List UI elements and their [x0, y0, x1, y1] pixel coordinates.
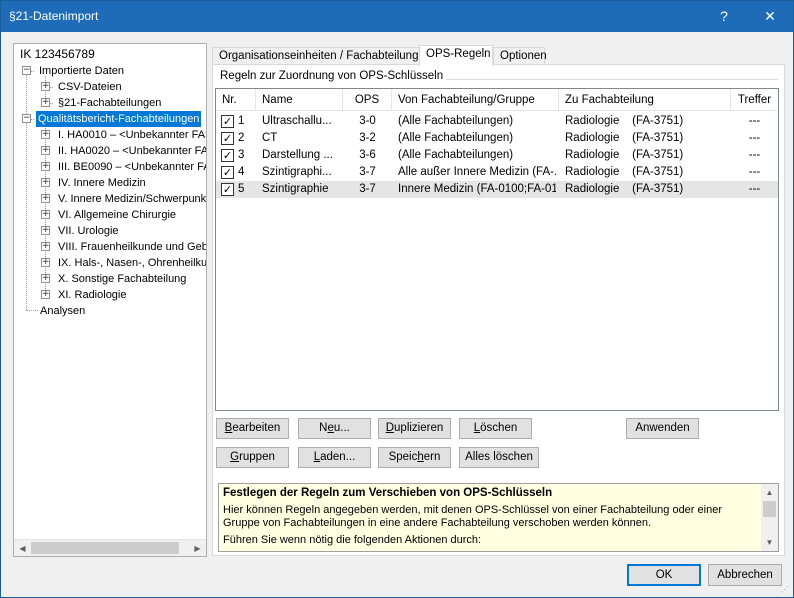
- grid-header: Nr. Name OPS Von Fachabteilung/Gruppe Zu…: [216, 89, 778, 111]
- scroll-thumb[interactable]: [763, 501, 776, 517]
- info-vertical-scrollbar[interactable]: ▲ ▼: [761, 484, 778, 551]
- alles-loeschen-button[interactable]: Alles löschen: [459, 447, 539, 468]
- gruppen-button[interactable]: Gruppen: [216, 447, 289, 468]
- table-row[interactable]: ✓ 2 CT 3-2 (Alle Fachabteilungen) Radiol…: [216, 130, 778, 147]
- table-row[interactable]: ✓ 3 Darstellung ... 3-6 (Alle Fachabteil…: [216, 147, 778, 164]
- help-button[interactable]: ?: [701, 1, 747, 32]
- collapse-icon[interactable]: −: [22, 114, 31, 123]
- rule-checkbox[interactable]: ✓: [221, 183, 234, 196]
- speichern-button[interactable]: Speichern: [378, 447, 451, 468]
- duplizieren-button[interactable]: Duplizieren: [378, 418, 451, 439]
- expand-icon[interactable]: +: [41, 226, 50, 235]
- anwenden-button[interactable]: Anwenden: [626, 418, 699, 439]
- navigation-tree[interactable]: IK 123456789 − Importierte Daten + CSV-D…: [13, 43, 207, 557]
- tab-optionen[interactable]: Optionen: [493, 47, 547, 65]
- column-header-von[interactable]: Von Fachabteilung/Gruppe: [392, 89, 559, 111]
- cancel-button[interactable]: Abbrechen: [708, 564, 782, 586]
- rule-checkbox[interactable]: ✓: [221, 132, 234, 145]
- table-row[interactable]: ✓ 4 Szintigraphi... 3-7 Alle außer Inner…: [216, 164, 778, 181]
- help-info-box: Festlegen der Regeln zum Verschieben von…: [218, 483, 779, 552]
- rule-checkbox[interactable]: ✓: [221, 115, 234, 128]
- tab-ops-regeln[interactable]: OPS-Regeln: [419, 45, 493, 66]
- group-label: Regeln zur Zuordnung von OPS-Schlüsseln: [220, 70, 447, 82]
- expand-icon[interactable]: +: [41, 82, 50, 91]
- expand-icon[interactable]: +: [41, 130, 50, 139]
- resize-grip-icon[interactable]: ⋰: [781, 585, 791, 595]
- title-bar: §21-Datenimport ? ✕: [1, 1, 793, 32]
- info-heading: Festlegen der Regeln zum Verschieben von…: [223, 487, 553, 499]
- loeschen-button[interactable]: Löschen: [459, 418, 532, 439]
- column-header-zu[interactable]: Zu Fachabteilung: [559, 89, 731, 111]
- info-text: Führen Sie wenn nötig die folgenden Akti…: [223, 534, 482, 546]
- collapse-icon[interactable]: −: [22, 66, 31, 75]
- column-header-nr[interactable]: Nr.: [216, 89, 256, 111]
- expand-icon[interactable]: +: [41, 258, 50, 267]
- import-dialog: §21-Datenimport ? ✕ IK 123456789 − Impor…: [0, 0, 794, 598]
- bearbeiten-button[interactable]: Bearbeiten: [216, 418, 289, 439]
- tab-organisationseinheiten[interactable]: Organisationseinheiten / Fachabteilungen: [212, 47, 431, 65]
- scroll-right-icon[interactable]: ▶: [189, 540, 206, 556]
- table-row[interactable]: ✓ 5 Szintigraphie 3-7 Innere Medizin (FA…: [216, 181, 778, 198]
- ok-button[interactable]: OK: [627, 564, 701, 586]
- scroll-up-icon[interactable]: ▲: [761, 484, 778, 501]
- column-header-treffer[interactable]: Treffer: [731, 89, 778, 111]
- expand-icon[interactable]: +: [41, 178, 50, 187]
- ops-regeln-panel: Regeln zur Zuordnung von OPS-Schlüsseln …: [212, 64, 785, 556]
- info-text: Hier können Regeln angegeben werden, mit…: [223, 504, 722, 529]
- close-button[interactable]: ✕: [747, 1, 793, 32]
- expand-icon[interactable]: +: [41, 210, 50, 219]
- expand-icon[interactable]: +: [41, 290, 50, 299]
- laden-button[interactable]: Laden...: [298, 447, 371, 468]
- rule-checkbox[interactable]: ✓: [221, 149, 234, 162]
- expand-icon[interactable]: +: [41, 162, 50, 171]
- rules-grid[interactable]: Nr. Name OPS Von Fachabteilung/Gruppe Zu…: [215, 88, 779, 411]
- window-title: §21-Datenimport: [9, 9, 99, 23]
- expand-icon[interactable]: +: [41, 194, 50, 203]
- expand-icon[interactable]: +: [41, 274, 50, 283]
- column-header-name[interactable]: Name: [256, 89, 343, 111]
- scroll-thumb[interactable]: [31, 542, 179, 554]
- column-header-ops[interactable]: OPS: [343, 89, 392, 111]
- expand-icon[interactable]: +: [41, 98, 50, 107]
- expand-icon[interactable]: +: [41, 242, 50, 251]
- scroll-left-icon[interactable]: ◀: [14, 540, 31, 556]
- table-row[interactable]: ✓ 1 Ultraschallu... 3-0 (Alle Fachabteil…: [216, 113, 778, 130]
- expand-icon[interactable]: +: [41, 146, 50, 155]
- tree-horizontal-scrollbar[interactable]: ◀ ▶: [14, 539, 206, 556]
- neu-button[interactable]: Neu...: [298, 418, 371, 439]
- rule-checkbox[interactable]: ✓: [221, 166, 234, 179]
- scroll-down-icon[interactable]: ▼: [761, 534, 778, 551]
